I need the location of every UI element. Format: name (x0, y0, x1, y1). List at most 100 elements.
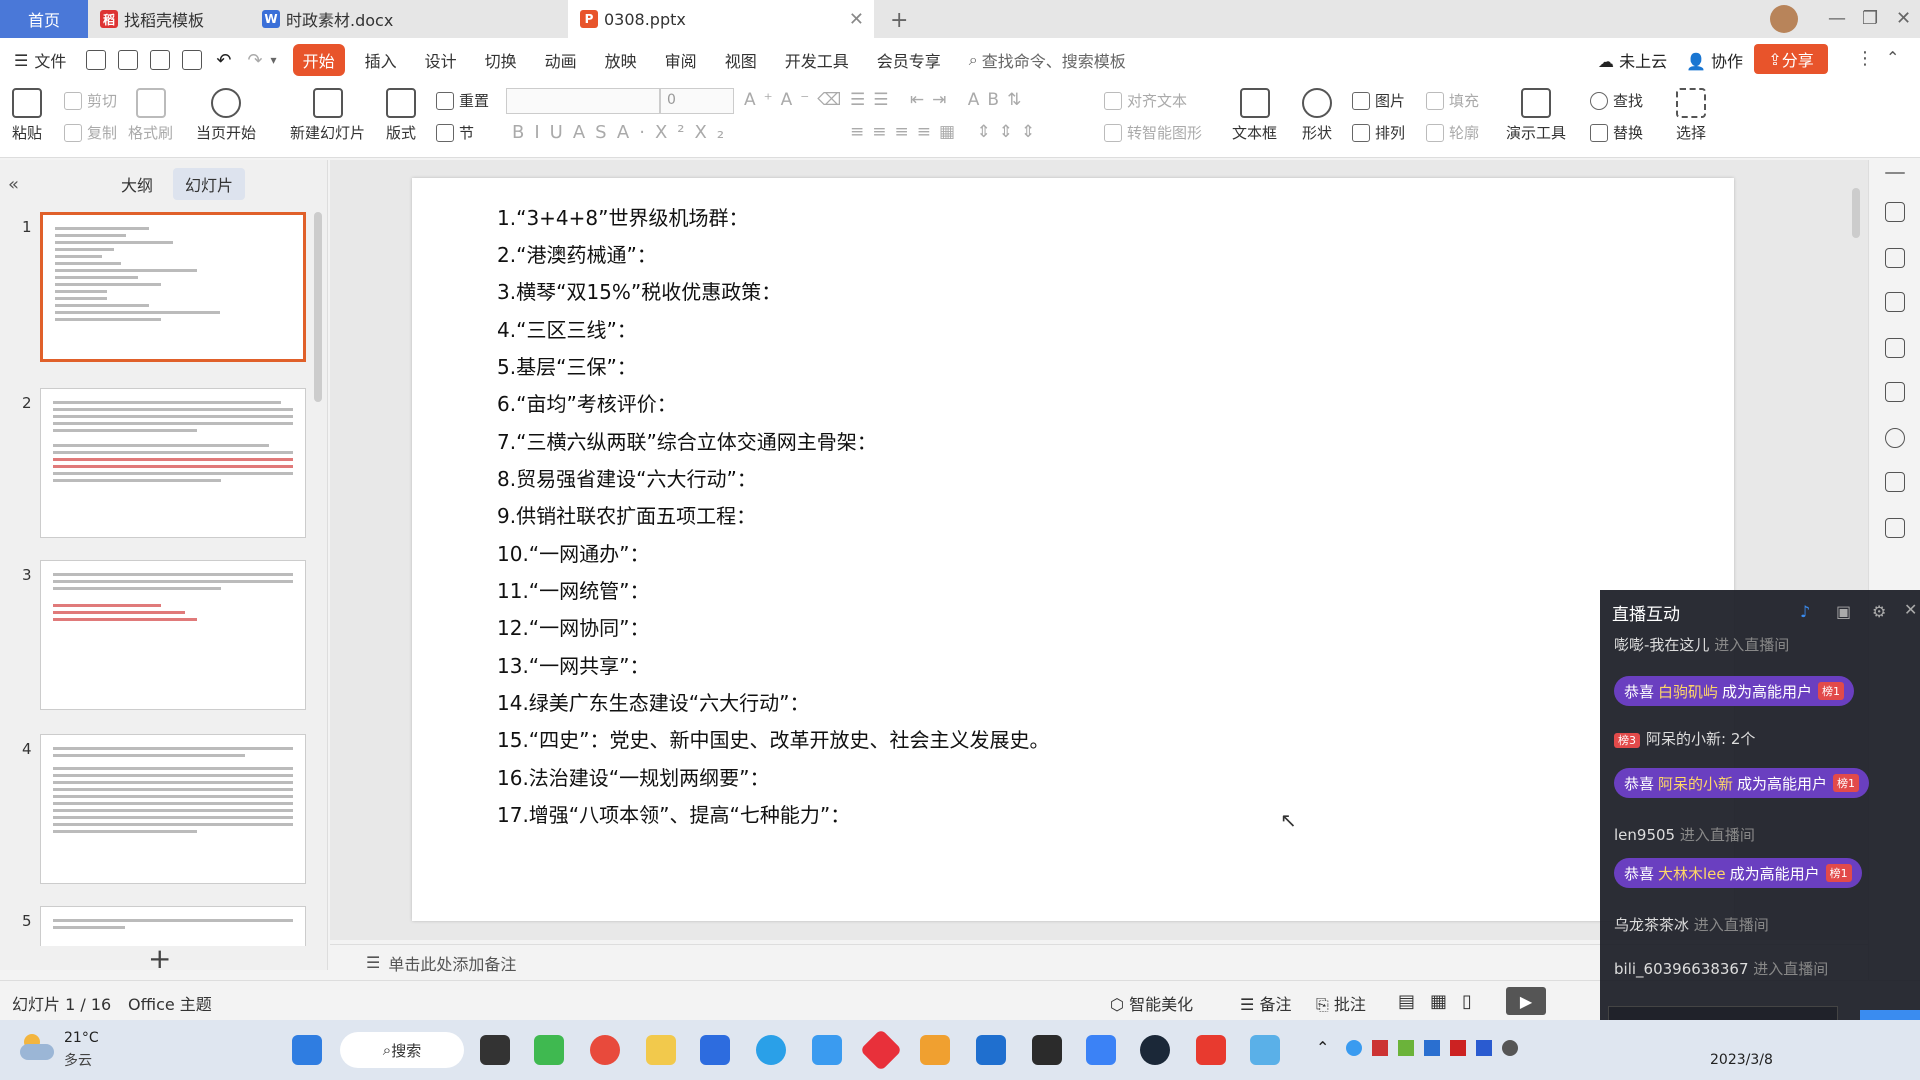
weather-desc[interactable]: 多云 (64, 1050, 92, 1070)
copy-button[interactable]: 复制 (64, 122, 117, 143)
menu-home[interactable]: 开始 (292, 44, 345, 76)
more-icon[interactable]: ⋮ (1856, 48, 1874, 69)
select-button[interactable]: 选择 (1676, 88, 1706, 143)
onedrive-icon[interactable] (1346, 1040, 1362, 1056)
menu-insert[interactable]: 插入 (351, 44, 411, 76)
textbox-button[interactable]: 文本框 (1232, 88, 1277, 143)
font-grow-shrink-icons[interactable]: A⁺A⁻⌫ (744, 90, 849, 110)
close-tab-icon[interactable]: ✕ (849, 9, 864, 30)
arrange-button[interactable]: 排列 (1352, 122, 1405, 143)
canvas-scrollbar[interactable] (1852, 188, 1860, 238)
theme-name[interactable]: Office 主题 (128, 991, 212, 1015)
preview-icon[interactable] (182, 50, 203, 70)
normal-view-icon[interactable]: ▤ (1398, 991, 1415, 1012)
tab-template[interactable]: 稻 找稻壳模板 (100, 0, 250, 38)
start-icon[interactable] (292, 1035, 322, 1065)
tab-slides[interactable]: 幻灯片 (173, 168, 246, 200)
slide-canvas[interactable]: 1.“3+4+8”世界级机场群： 2.“港澳药械通”： 3.横琴“双15%”税收… (412, 178, 1734, 921)
close-live-icon[interactable]: ✕ (1904, 600, 1917, 619)
tray-overflow-icon[interactable]: ⌃ (1316, 1038, 1329, 1057)
tab-doc[interactable]: W 时政素材.docx (262, 0, 562, 38)
nvidia-icon[interactable] (1398, 1040, 1414, 1056)
app-grid-icon[interactable] (920, 1035, 950, 1065)
text-format-icons[interactable]: BIUASA·X²X₂ (512, 122, 734, 143)
paste-button[interactable]: 粘贴 (12, 88, 42, 143)
smart-art-button[interactable]: 转智能图形 (1104, 122, 1202, 143)
export-icon[interactable] (118, 50, 139, 70)
menu-slideshow[interactable]: 放映 (591, 44, 651, 76)
wps-icon[interactable] (1196, 1035, 1226, 1065)
steam-tray-icon[interactable] (1502, 1040, 1518, 1056)
menu-animation[interactable]: 动画 (531, 44, 591, 76)
weather-temp[interactable]: 21°C (64, 1030, 99, 1046)
fill-button[interactable]: 填充 (1426, 90, 1479, 111)
new-slide-button[interactable]: 新建幻灯片 (290, 88, 365, 143)
store-icon[interactable] (700, 1035, 730, 1065)
tab-home[interactable]: 首页 (0, 0, 88, 38)
mute-icon[interactable]: ♪ (1800, 602, 1810, 621)
rocket-icon[interactable] (1885, 202, 1905, 222)
app-diamond-icon[interactable] (859, 1028, 903, 1072)
maximize-icon[interactable]: ❐ (1862, 8, 1878, 29)
lock-icon[interactable]: ▣ (1836, 602, 1851, 621)
collapse-ribbon-icon[interactable]: ⌃ (1886, 48, 1899, 67)
reading-view-icon[interactable]: ▯ (1462, 991, 1472, 1012)
section-button[interactable]: 节 (436, 122, 474, 143)
tray-app-icon[interactable] (1372, 1040, 1388, 1056)
list-icons[interactable]: ☰☰ ⇤⇥ AB⇅ (850, 90, 1029, 110)
save-icon[interactable] (86, 50, 107, 70)
slide-thumb-5[interactable]: 5 (0, 906, 310, 946)
chrome-icon[interactable] (590, 1035, 620, 1065)
font-family-select[interactable] (506, 88, 660, 114)
edge-icon[interactable] (756, 1035, 786, 1065)
print-icon[interactable] (150, 50, 171, 70)
feishu-icon[interactable] (812, 1035, 842, 1065)
app-bird-icon[interactable] (1086, 1035, 1116, 1065)
steam-icon[interactable] (1140, 1035, 1170, 1065)
menu-review[interactable]: 审阅 (651, 44, 711, 76)
menu-developer[interactable]: 开发工具 (771, 44, 863, 76)
book-icon[interactable] (1885, 472, 1905, 492)
redo-icon[interactable]: ↷ (247, 50, 262, 71)
menu-design[interactable]: 设计 (411, 44, 471, 76)
menu-file[interactable]: ☰ 文件 (0, 44, 80, 76)
format-painter-button[interactable]: 格式刷 (128, 88, 173, 143)
menu-transition[interactable]: 切换 (471, 44, 531, 76)
menu-member[interactable]: 会员专享 (863, 44, 955, 76)
slides-scrollbar[interactable] (314, 212, 322, 402)
presenter-tools-button[interactable]: 演示工具 (1506, 88, 1566, 143)
share-button[interactable]: ⇪ 分享 (1754, 44, 1828, 74)
minimize-icon[interactable]: — (1828, 8, 1846, 29)
star-icon[interactable] (1885, 292, 1905, 312)
collapse-panel-icon[interactable]: « (8, 174, 19, 195)
wechat-icon[interactable] (534, 1035, 564, 1065)
tab-ppt[interactable]: P 0308.pptx ✕ (568, 0, 874, 38)
image-icon[interactable] (1885, 382, 1905, 402)
layout-button[interactable]: 版式 (386, 88, 416, 143)
task-view-icon[interactable] (480, 1035, 510, 1065)
sorter-view-icon[interactable]: ▦ (1430, 991, 1447, 1012)
slides-icon[interactable] (1885, 338, 1905, 358)
avatar[interactable] (1770, 5, 1798, 33)
menu-view[interactable]: 视图 (711, 44, 771, 76)
close-window-icon[interactable]: ✕ (1896, 8, 1911, 29)
add-slide-icon[interactable]: + (148, 942, 171, 975)
play-slideshow-button[interactable]: ▶ (1506, 987, 1546, 1015)
font-size-select[interactable]: 0 (660, 88, 734, 114)
taskbar-search[interactable]: ⌕ 搜索 (340, 1032, 464, 1068)
notes-toggle[interactable]: ☰ 备注 (1240, 991, 1291, 1015)
shield-icon[interactable] (1424, 1040, 1440, 1056)
comments-toggle[interactable]: ⎘ 批注 (1316, 991, 1366, 1015)
cut-button[interactable]: 剪切 (64, 90, 117, 111)
bluetooth-icon[interactable] (1476, 1040, 1492, 1056)
beautify-button[interactable]: ⬡ 智能美化 (1110, 991, 1193, 1015)
reset-button[interactable]: 重置 (436, 90, 489, 111)
play-current-button[interactable]: 当页开始 (196, 88, 256, 143)
cube-icon[interactable] (1885, 518, 1905, 538)
command-search[interactable]: ⌕ 查找命令、搜索模板 (955, 44, 1140, 76)
cloud-status[interactable]: ☁ 未上云 (1598, 48, 1667, 72)
undo-icon[interactable]: ↶ (216, 50, 231, 71)
outlook-icon[interactable] (976, 1035, 1006, 1065)
align-text-button[interactable]: 对齐文本 (1104, 90, 1187, 111)
outline-button[interactable]: 轮廓 (1426, 122, 1479, 143)
